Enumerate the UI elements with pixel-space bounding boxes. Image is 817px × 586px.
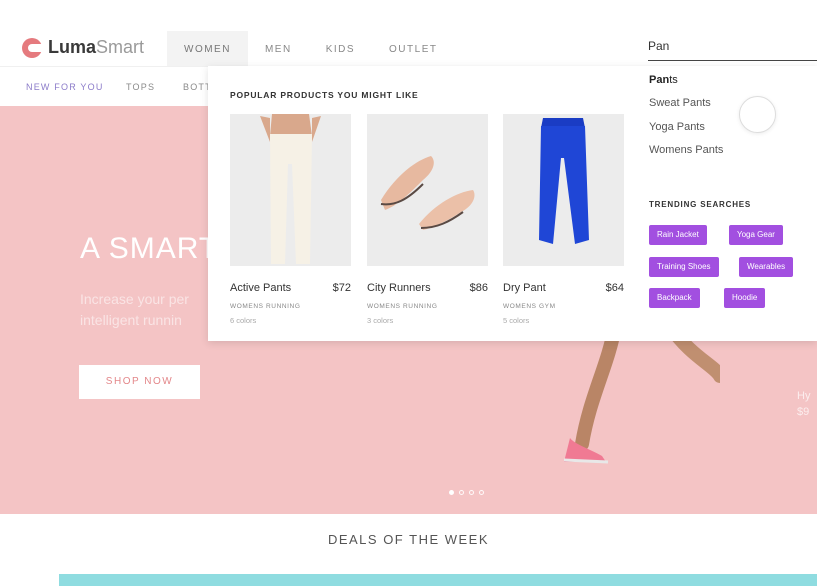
suggestion-item[interactable]: Yoga Pants (649, 121, 705, 133)
product-colors: 6 colors (230, 316, 257, 325)
carousel-dot[interactable] (469, 490, 474, 495)
product-card[interactable]: Dry Pant $64 WOMENS GYM 5 colors (503, 114, 624, 325)
trending-tag[interactable]: Yoga Gear (729, 225, 783, 245)
cursor-highlight (739, 96, 776, 133)
trending-tag[interactable]: Backpack (649, 288, 700, 308)
trending-tag[interactable]: Rain Jacket (649, 225, 707, 245)
product-title-row: Dry Pant $64 (503, 282, 624, 294)
product-title-row: City Runners $86 (367, 282, 488, 294)
trending-tag[interactable]: Hoodie (724, 288, 766, 308)
product-name[interactable]: Dry Pant (503, 282, 546, 294)
product-card[interactable]: City Runners $86 WOMENS RUNNING 3 colors (367, 114, 488, 325)
side-product-name: Hy (797, 390, 811, 402)
nav-item-kids[interactable]: KIDS (309, 31, 372, 69)
product-image[interactable] (503, 114, 624, 266)
search-box (648, 35, 817, 61)
shop-now-button[interactable]: SHOP NOW (79, 365, 200, 399)
product-price: $72 (332, 282, 351, 294)
nav-item-women[interactable]: WOMEN (167, 31, 248, 69)
sub-nav-new-for-you[interactable]: NEW FOR YOU (26, 82, 104, 92)
suggestion-item[interactable]: Pants (649, 74, 678, 86)
nav-item-outlet[interactable]: OUTLET (372, 31, 454, 69)
track-pants-image (503, 114, 624, 266)
logo-icon (22, 37, 42, 58)
nav-item-men[interactable]: MEN (248, 31, 309, 69)
product-name[interactable]: Active Pants (230, 282, 291, 294)
product-card[interactable]: Active Pants $72 WOMENS RUNNING 6 colors (230, 114, 351, 325)
pants-image (230, 114, 351, 266)
carousel-dot[interactable] (459, 490, 464, 495)
shoes-image (367, 114, 488, 266)
suggestion-item[interactable]: Sweat Pants (649, 97, 711, 109)
trending-searches-heading: TRENDING SEARCHES (649, 200, 752, 209)
sub-nav-tops[interactable]: TOPS (126, 82, 155, 92)
product-title-row: Active Pants $72 (230, 282, 351, 294)
product-price: $86 (469, 282, 488, 294)
brand-name: LumaSmart (48, 37, 145, 57)
carousel-dot[interactable] (449, 490, 454, 495)
product-colors: 3 colors (367, 316, 394, 325)
carousel-dot[interactable] (479, 490, 484, 495)
deals-title: DEALS OF THE WEEK (327, 532, 490, 547)
trending-tag[interactable]: Training Shoes (649, 257, 719, 277)
product-price: $64 (605, 282, 624, 294)
suggestion-item[interactable]: Womens Pants (649, 144, 723, 156)
product-category: WOMENS GYM (503, 303, 556, 310)
search-input[interactable] (648, 35, 817, 57)
trending-tag[interactable]: Wearables (739, 257, 794, 277)
hero-title: A SMART (80, 232, 219, 265)
product-colors: 5 colors (503, 316, 530, 325)
product-name[interactable]: City Runners (367, 282, 431, 294)
brand-logo[interactable]: LumaSmart (22, 37, 144, 58)
runner-legs-image (563, 326, 720, 464)
product-category: WOMENS RUNNING (230, 303, 301, 310)
product-image[interactable] (367, 114, 488, 266)
product-image[interactable] (230, 114, 351, 266)
carousel-dots (449, 490, 489, 495)
deals-banner[interactable] (59, 574, 817, 586)
main-nav: WOMEN MEN KIDS OUTLET (167, 31, 454, 69)
popular-products-heading: POPULAR PRODUCTS YOU MIGHT LIKE (230, 90, 419, 100)
top-bar: LumaSmart WOMEN MEN KIDS OUTLET (0, 0, 817, 69)
search-suggestions-dropdown: POPULAR PRODUCTS YOU MIGHT LIKE Active P… (208, 66, 817, 341)
product-category: WOMENS RUNNING (367, 303, 438, 310)
side-product-teaser[interactable]: Hy $9 (797, 388, 810, 420)
side-product-price: $9 (797, 406, 810, 418)
